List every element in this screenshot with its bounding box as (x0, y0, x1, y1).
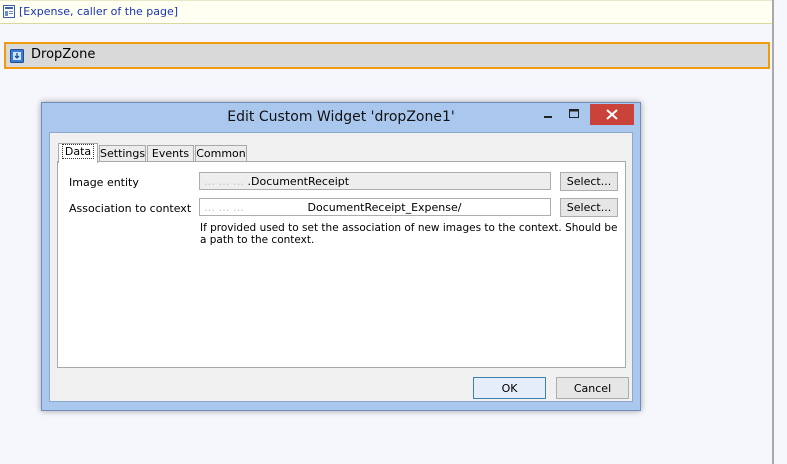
maximize-icon[interactable] (565, 105, 583, 123)
image-entity-hidden-text: … … … (204, 175, 244, 188)
tab-common[interactable]: Common (195, 145, 247, 162)
close-icon (606, 109, 618, 120)
close-button[interactable] (590, 104, 634, 125)
edit-widget-dialog: Edit Custom Widget 'dropZone1' Data Sett… (41, 102, 641, 411)
image-entity-label: Image entity (69, 176, 139, 189)
dropzone-label: DropZone (31, 47, 96, 62)
caller-link[interactable]: [Expense, caller of the page] (19, 5, 178, 18)
association-hint: If provided used to set the association … (200, 222, 618, 246)
data-tab-panel: Image entity … … … .DocumentReceipt Sele… (57, 161, 626, 368)
page-border (772, 0, 774, 464)
caller-bar: [Expense, caller of the page] (0, 0, 772, 24)
minimize-icon[interactable] (539, 105, 557, 123)
tab-events[interactable]: Events (147, 145, 194, 162)
ok-button[interactable]: OK (473, 377, 546, 399)
association-value: DocumentReceipt_Expense/ (307, 201, 462, 214)
association-label: Association to context (69, 202, 192, 215)
image-entity-select-button[interactable]: Select... (560, 172, 618, 191)
dropzone-icon (10, 49, 24, 63)
cancel-button[interactable]: Cancel (556, 377, 629, 399)
association-hidden-text: … … … (204, 201, 244, 214)
association-field[interactable]: … … … DocumentReceipt_Expense/ (199, 198, 551, 216)
association-select-button[interactable]: Select... (560, 198, 618, 217)
page-icon (3, 5, 15, 18)
dropzone-widget[interactable]: DropZone (4, 42, 770, 69)
image-entity-value: .DocumentReceipt (247, 175, 350, 188)
dialog-body: Data Settings Events Common Image entity… (49, 132, 633, 402)
tab-settings[interactable]: Settings (99, 145, 146, 162)
image-entity-field[interactable]: … … … .DocumentReceipt (199, 172, 551, 190)
tab-data[interactable]: Data (58, 143, 98, 163)
